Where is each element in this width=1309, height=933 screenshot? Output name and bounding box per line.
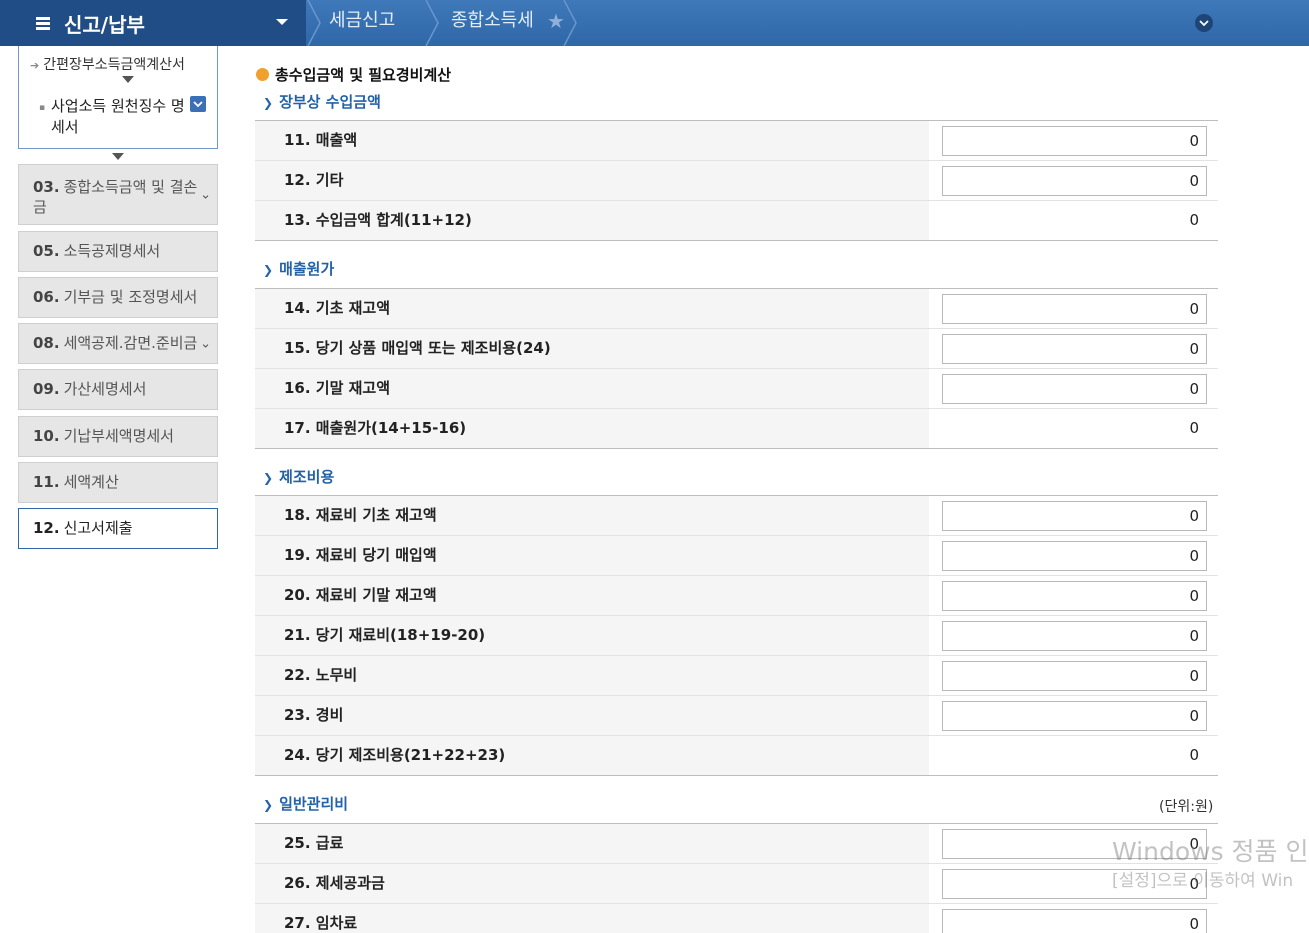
chevron-right-icon: ❯ <box>263 263 274 277</box>
amount-input[interactable]: 0 <box>942 661 1207 691</box>
table-row: 21. 당기 재료비(18+19-20) 0 <box>255 616 1218 656</box>
amount-input[interactable]: 0 <box>942 621 1207 651</box>
triangle-down-icon <box>122 76 134 83</box>
sidebar-nav-08[interactable]: 08. 세액공제.감면.준비금 ⌄ <box>18 323 218 364</box>
table-manufacturing: 18. 재료비 기초 재고액 0 19. 재료비 당기 매입액 0 20. 재료… <box>255 495 1218 776</box>
amount-input[interactable]: 0 <box>942 501 1207 531</box>
amount-input[interactable]: 0 <box>942 581 1207 611</box>
amount-input[interactable]: 0 <box>942 166 1207 196</box>
top-bar: 신고/납부 세금신고 종합소득세 ★ <box>0 0 1309 46</box>
table-row: 26. 제세공과금 0 <box>255 864 1218 904</box>
table-row: 23. 경비 0 <box>255 696 1218 736</box>
section-title-admin-expenses: ❯ 일반관리비 <box>263 795 349 813</box>
breadcrumb-tax-filing[interactable]: 세금신고 <box>329 0 395 46</box>
section-title-cost-of-sales: ❯ 매출원가 <box>263 260 335 278</box>
amount-total: 0 <box>1189 419 1199 437</box>
chevron-down-icon: ⌄ <box>200 336 211 351</box>
table-row: 25. 급료 0 <box>255 824 1218 864</box>
chevron-right-icon: ❯ <box>263 96 274 110</box>
table-row: 18. 재료비 기초 재고액 0 <box>255 496 1218 536</box>
checkbox-checked-icon[interactable] <box>190 96 206 112</box>
sidebar-nav-12-active[interactable]: 12. 신고서제출 <box>18 508 218 549</box>
table-row: 20. 재료비 기말 재고액 0 <box>255 576 1218 616</box>
table-row: 19. 재료비 당기 매입액 0 <box>255 536 1218 576</box>
amount-input[interactable]: 0 <box>942 701 1207 731</box>
table-cost-of-sales: 14. 기초 재고액 0 15. 당기 상품 매입액 또는 제조비용(24) 0… <box>255 288 1218 449</box>
sidebar-nav-05[interactable]: 05. 소득공제명세서 <box>18 231 218 272</box>
amount-input[interactable]: 0 <box>942 294 1207 324</box>
section-title-revenue: ❯ 장부상 수입금액 <box>263 93 381 111</box>
table-row: 27. 임차료 0 <box>255 904 1218 933</box>
breadcrumb-income-tax[interactable]: 종합소득세 <box>451 0 534 46</box>
sidebar-subitem-simple-ledger[interactable]: ➔ 간편장부소득금액계산서 <box>30 54 185 74</box>
expand-circle-button[interactable] <box>1195 14 1213 32</box>
amount-input[interactable]: 0 <box>942 909 1207 933</box>
amount-input[interactable]: 0 <box>942 541 1207 571</box>
chevron-right-icon: ❯ <box>263 471 274 485</box>
amount-input[interactable]: 0 <box>942 374 1207 404</box>
chevron-down-icon: ⌄ <box>200 187 211 202</box>
breadcrumb-separator-icon <box>307 0 321 46</box>
table-row: 13. 수입금액 합계(11+12) 0 <box>255 201 1218 241</box>
table-revenue: 11. 매출액 0 12. 기타 0 13. 수입금액 합계(11+12) 0 <box>255 120 1218 241</box>
table-row: 12. 기타 0 <box>255 161 1218 201</box>
sidebar-nav-11[interactable]: 11. 세액계산 <box>18 462 218 503</box>
breadcrumb-separator-icon <box>425 0 439 46</box>
table-row: 15. 당기 상품 매입액 또는 제조비용(24) 0 <box>255 329 1218 369</box>
bullet-icon: ▪ <box>39 103 46 113</box>
amount-total: 0 <box>1189 746 1199 764</box>
amount-input[interactable]: 0 <box>942 334 1207 364</box>
triangle-down-icon <box>112 153 124 160</box>
breadcrumb-separator-icon <box>563 0 577 46</box>
windows-activation-watermark: Windows 정품 인 <box>1112 837 1309 866</box>
caret-down-icon <box>276 19 288 25</box>
section-title-manufacturing: ❯ 제조비용 <box>263 468 335 486</box>
windows-activation-watermark-sub: [설정]으로 이동하여 Win <box>1112 871 1294 891</box>
amount-input[interactable]: 0 <box>942 126 1207 156</box>
main-menu-button[interactable]: 신고/납부 <box>0 0 306 46</box>
sidebar-nav-09[interactable]: 09. 가산세명세서 <box>18 369 218 410</box>
unit-label: (단위:원) <box>1159 799 1214 815</box>
amount-total: 0 <box>1189 211 1199 229</box>
table-admin-expenses: 25. 급료 0 26. 제세공과금 0 27. 임차료 0 <box>255 823 1218 933</box>
page-title: 총수입금액 및 필요경비계산 <box>256 64 451 85</box>
sidebar-nav-03[interactable]: 03. 종합소득금액 및 결손금 ⌄ <box>18 164 218 225</box>
table-row: 14. 기초 재고액 0 <box>255 289 1218 329</box>
table-row: 22. 노무비 0 <box>255 656 1218 696</box>
table-row: 17. 매출원가(14+15-16) 0 <box>255 409 1218 449</box>
table-row: 16. 기말 재고액 0 <box>255 369 1218 409</box>
hamburger-icon <box>36 15 50 32</box>
sidebar-nav-06[interactable]: 06. 기부금 및 조정명세서 <box>18 277 218 318</box>
sidebar-nav-10[interactable]: 10. 기납부세액명세서 <box>18 416 218 457</box>
table-row: 24. 당기 제조비용(21+22+23) 0 <box>255 736 1218 776</box>
arrow-right-icon: ➔ <box>30 59 40 72</box>
orange-bullet-icon <box>256 68 269 81</box>
menu-title: 신고/납부 <box>64 12 145 37</box>
sidebar-subitem-withholding[interactable]: ▪ 사업소득 원천징수 명세서 <box>39 96 190 138</box>
table-row: 11. 매출액 0 <box>255 121 1218 161</box>
chevron-right-icon: ❯ <box>263 798 274 812</box>
chevron-down-icon <box>1199 19 1209 26</box>
